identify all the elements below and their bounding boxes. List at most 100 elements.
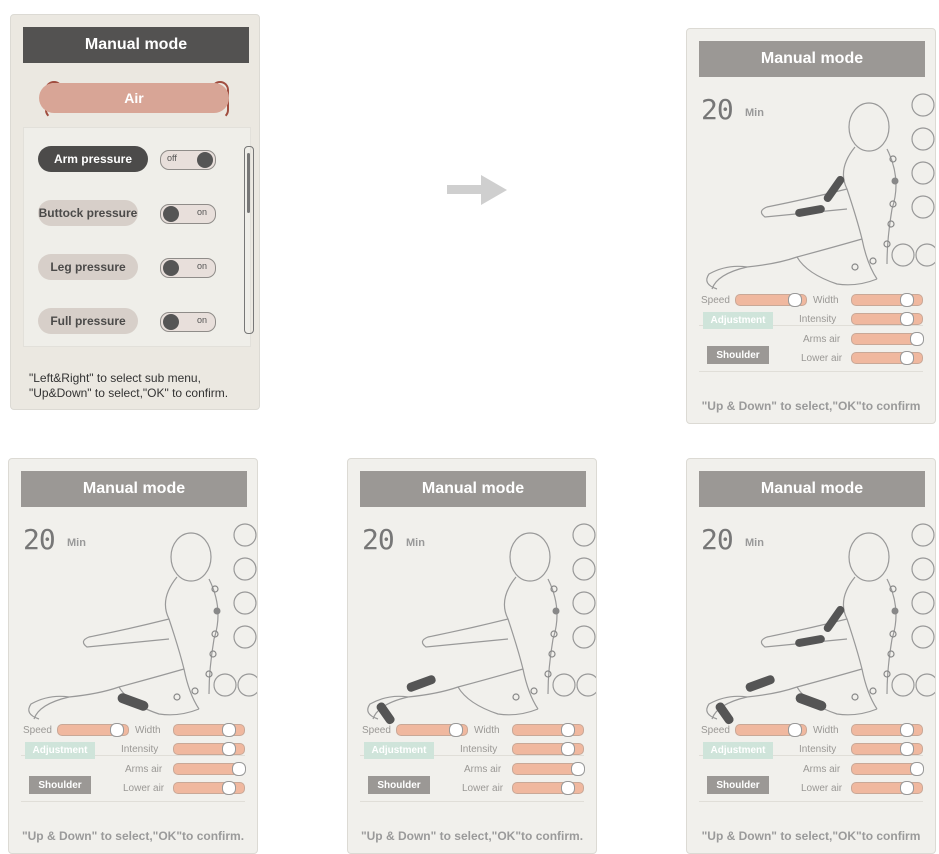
- lower-air-label: Lower air: [462, 783, 504, 794]
- speed-slider[interactable]: [396, 723, 468, 737]
- arms-air-label: Arms air: [803, 764, 841, 775]
- scrollbar[interactable]: [244, 146, 254, 334]
- adjustment-button[interactable]: Adjustment: [25, 742, 95, 759]
- arms-air-slider[interactable]: [851, 332, 924, 346]
- slider-knob[interactable]: [561, 781, 575, 795]
- manual-mode-massage-panel: Manual mode 20 Min Speed Width Intensity…: [686, 458, 936, 854]
- arms-air-label: Arms air: [125, 764, 163, 775]
- buttock-pressure-item[interactable]: Buttock pressure: [38, 200, 138, 226]
- scrollbar-thumb[interactable]: [247, 153, 250, 213]
- speed-label: Speed: [23, 725, 52, 736]
- slider-knob[interactable]: [449, 723, 463, 737]
- footer-hint: "Up & Down" to select,"OK"to confirm: [701, 399, 921, 413]
- lower-air-slider[interactable]: [173, 781, 245, 795]
- slider-knob[interactable]: [900, 742, 914, 756]
- slider-knob[interactable]: [222, 742, 236, 756]
- buttock-pressure-toggle[interactable]: on: [160, 204, 216, 224]
- leg-pressure-toggle[interactable]: on: [160, 258, 216, 278]
- slider-knob[interactable]: [788, 723, 802, 737]
- arm-pressure-toggle[interactable]: off: [160, 150, 216, 170]
- slider-knob[interactable]: [571, 762, 585, 776]
- body-diagram: [367, 523, 596, 725]
- toggle-knob: [197, 152, 213, 168]
- hint-text: "Left&Right" to select sub menu, "Up&Dow…: [29, 371, 229, 400]
- slider-knob[interactable]: [900, 293, 914, 307]
- arms-air-label: Arms air: [464, 764, 502, 775]
- toggle-knob: [163, 260, 179, 276]
- width-slider[interactable]: [173, 723, 245, 737]
- adjustment-button[interactable]: Adjustment: [703, 742, 773, 759]
- width-slider[interactable]: [512, 723, 584, 737]
- full-pressure-toggle[interactable]: on: [160, 312, 216, 332]
- manual-mode-massage-panel: Manual mode 20 Min Speed Width Intensity…: [8, 458, 258, 854]
- footer-hint: "Up & Down" to select,"OK"to confirm: [701, 829, 921, 843]
- arms-air-slider[interactable]: [173, 762, 246, 776]
- speed-label: Speed: [701, 725, 730, 736]
- divider: [699, 801, 923, 802]
- slider-knob[interactable]: [110, 723, 124, 737]
- slider-knob[interactable]: [900, 351, 914, 365]
- width-slider[interactable]: [851, 293, 923, 307]
- manual-mode-massage-panel: Manual mode 20 Min Speed Width Intensity…: [347, 458, 597, 854]
- shoulder-button[interactable]: Shoulder: [29, 776, 91, 794]
- width-label: Width: [813, 725, 839, 736]
- slider-knob[interactable]: [222, 781, 236, 795]
- arms-air-slider[interactable]: [851, 762, 924, 776]
- footer-hint: "Up & Down" to select,"OK"to confirm.: [21, 829, 245, 843]
- toggle-knob: [163, 206, 179, 222]
- speed-label: Speed: [362, 725, 391, 736]
- slider-knob[interactable]: [910, 762, 924, 776]
- lower-air-slider[interactable]: [512, 781, 584, 795]
- speed-slider[interactable]: [735, 293, 807, 307]
- leg-pressure-item[interactable]: Leg pressure: [38, 254, 138, 280]
- divider: [360, 801, 584, 802]
- width-label: Width: [135, 725, 161, 736]
- panel-title: Manual mode: [699, 471, 925, 507]
- slider-knob[interactable]: [900, 312, 914, 326]
- toggle-knob: [163, 314, 179, 330]
- width-slider[interactable]: [851, 723, 923, 737]
- intensity-label: Intensity: [799, 314, 837, 325]
- lower-air-label: Lower air: [123, 783, 165, 794]
- body-diagram: [28, 523, 257, 720]
- width-label: Width: [813, 295, 839, 306]
- intensity-slider[interactable]: [173, 742, 245, 756]
- adjustment-button[interactable]: Adjustment: [703, 312, 773, 329]
- manual-mode-air-panel: Manual mode Air Arm pressure off Buttock…: [10, 14, 260, 410]
- slider-knob[interactable]: [788, 293, 802, 307]
- intensity-slider[interactable]: [851, 742, 923, 756]
- arm-pressure-item[interactable]: Arm pressure: [38, 146, 148, 172]
- air-menu-button[interactable]: Air: [39, 83, 229, 113]
- shoulder-button[interactable]: Shoulder: [707, 346, 769, 364]
- full-pressure-item[interactable]: Full pressure: [38, 308, 138, 334]
- panel-title: Manual mode: [23, 27, 249, 63]
- slider-knob[interactable]: [222, 723, 236, 737]
- intensity-label: Intensity: [460, 744, 498, 755]
- slider-knob[interactable]: [910, 332, 924, 346]
- pressure-list: Arm pressure off Buttock pressure on Leg…: [23, 127, 254, 347]
- slider-knob[interactable]: [232, 762, 246, 776]
- slider-knob[interactable]: [561, 723, 575, 737]
- shoulder-button[interactable]: Shoulder: [368, 776, 430, 794]
- panel-title: Manual mode: [360, 471, 586, 507]
- intensity-slider[interactable]: [851, 312, 923, 326]
- body-diagram: [706, 93, 935, 290]
- slider-knob[interactable]: [561, 742, 575, 756]
- speed-slider[interactable]: [735, 723, 807, 737]
- lower-air-slider[interactable]: [851, 351, 923, 365]
- intensity-slider[interactable]: [512, 742, 584, 756]
- arms-air-label: Arms air: [803, 334, 841, 345]
- panel-title: Manual mode: [699, 41, 925, 77]
- slider-knob[interactable]: [900, 781, 914, 795]
- footer-hint: "Up & Down" to select,"OK"to confirm.: [360, 829, 584, 843]
- lower-air-label: Lower air: [801, 353, 843, 364]
- intensity-label: Intensity: [121, 744, 159, 755]
- adjustment-button[interactable]: Adjustment: [364, 742, 434, 759]
- width-label: Width: [474, 725, 500, 736]
- shoulder-button[interactable]: Shoulder: [707, 776, 769, 794]
- slider-knob[interactable]: [900, 723, 914, 737]
- body-diagram: [706, 523, 935, 725]
- lower-air-slider[interactable]: [851, 781, 923, 795]
- arms-air-slider[interactable]: [512, 762, 585, 776]
- speed-slider[interactable]: [57, 723, 129, 737]
